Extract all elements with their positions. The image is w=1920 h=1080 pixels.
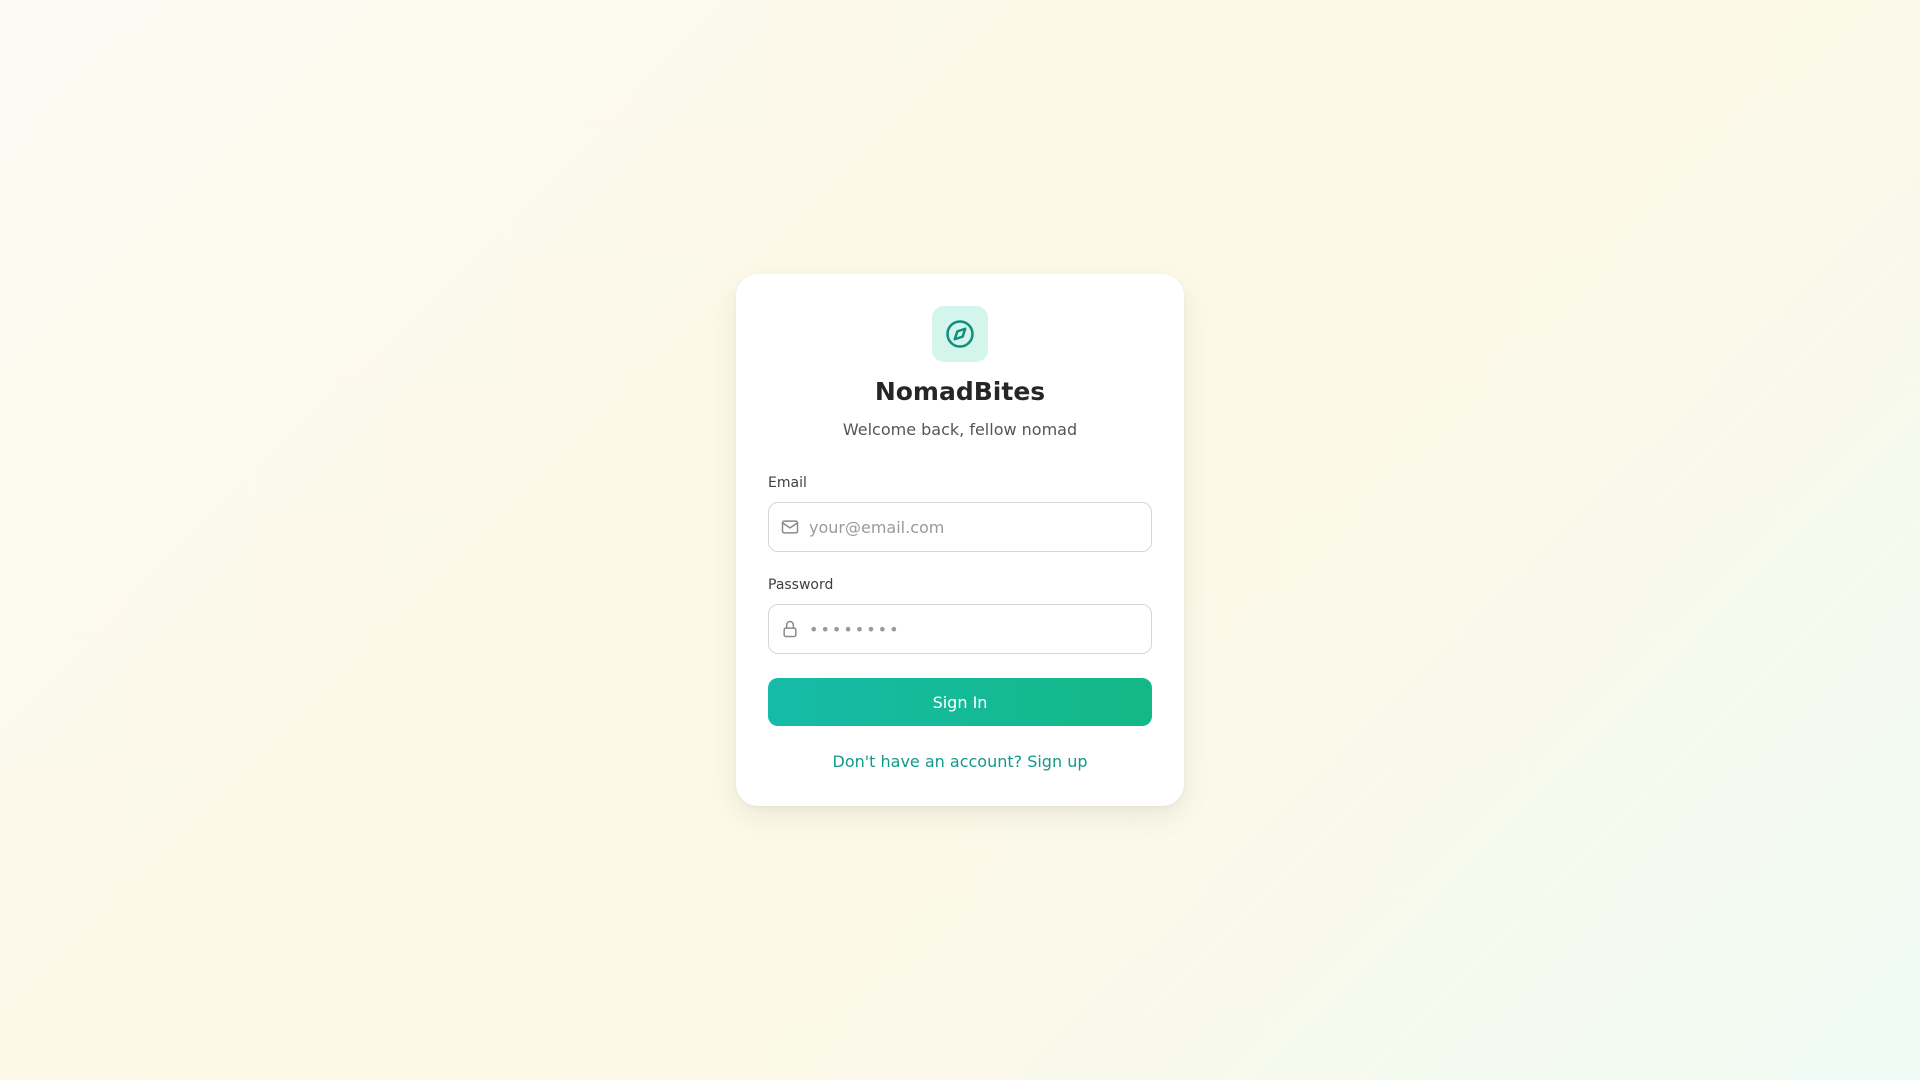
sign-in-button[interactable]: Sign In [768,678,1152,726]
lock-icon [783,620,797,638]
sign-up-link[interactable]: Don't have an account? Sign up [736,752,1184,771]
password-input[interactable] [809,605,1139,653]
email-label: Email [768,475,807,491]
password-label: Password [768,577,834,593]
app-title: NomadBites [874,377,1046,406]
login-card: NomadBites Welcome back, fellow nomad Em… [736,274,1184,806]
welcome-subtitle: Welcome back, fellow nomad [842,420,1078,439]
mail-icon [781,520,799,534]
email-input[interactable] [809,503,1139,551]
app-logo [932,306,988,362]
email-field[interactable] [768,502,1152,552]
compass-icon [946,320,974,348]
password-field[interactable] [768,604,1152,654]
